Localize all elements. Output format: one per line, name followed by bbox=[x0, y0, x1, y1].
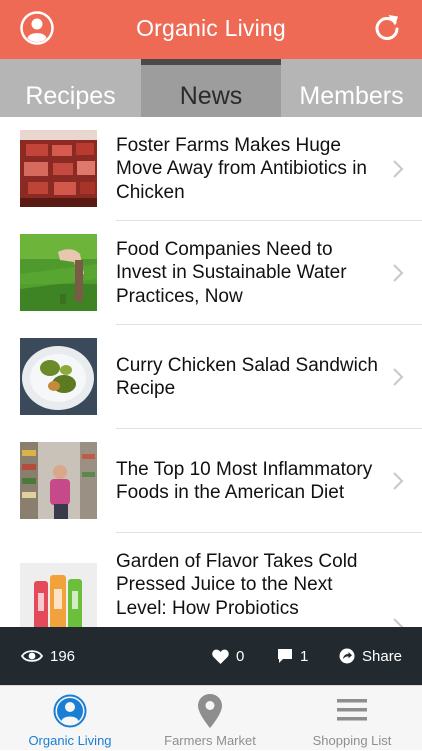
list-icon bbox=[337, 699, 367, 721]
tab-shopping-list[interactable]: Shopping List bbox=[282, 686, 422, 751]
refresh-button[interactable] bbox=[373, 13, 401, 43]
tab-recipes[interactable]: Recipes bbox=[0, 59, 141, 117]
news-item[interactable]: Garden of Flavor Takes Cold Pressed Juic… bbox=[0, 533, 422, 627]
like-button[interactable]: 0 bbox=[212, 627, 244, 685]
news-title: Curry Chicken Salad Sandwich Recipe bbox=[116, 354, 378, 400]
app-header: Organic Living bbox=[0, 0, 422, 59]
tab-farmers-market[interactable]: Farmers Market bbox=[140, 686, 280, 751]
tab-label: Organic Living bbox=[28, 733, 112, 748]
views-count: 196 bbox=[50, 647, 76, 665]
chevron-right-icon bbox=[393, 264, 404, 282]
chevron-right-icon bbox=[393, 472, 404, 490]
eye-icon bbox=[21, 650, 43, 662]
news-thumbnail bbox=[20, 130, 97, 207]
news-item[interactable]: Food Companies Need to Invest in Sustain… bbox=[0, 221, 422, 325]
tab-news[interactable]: News bbox=[141, 59, 281, 117]
news-list: Foster Farms Makes Huge Move Away from A… bbox=[0, 117, 422, 627]
chevron-right-icon bbox=[393, 160, 404, 178]
news-item[interactable]: Curry Chicken Salad Sandwich Recipe bbox=[0, 325, 422, 429]
bottom-tab-bar: Organic Living Farmers Market Shopping L… bbox=[0, 685, 422, 750]
views-counter: 196 bbox=[21, 627, 75, 685]
user-circle-icon bbox=[53, 694, 87, 728]
share-label: Share bbox=[362, 647, 403, 665]
news-title: Food Companies Need to Invest in Sustain… bbox=[116, 238, 347, 307]
map-pin-icon bbox=[198, 694, 222, 728]
share-button[interactable]: Share bbox=[339, 627, 402, 685]
app-title: Organic Living bbox=[136, 15, 286, 41]
chevron-right-icon bbox=[393, 618, 404, 627]
refresh-icon bbox=[375, 15, 399, 41]
share-icon bbox=[339, 648, 355, 664]
tab-organic-living[interactable]: Organic Living bbox=[0, 686, 140, 751]
news-item[interactable]: Foster Farms Makes Huge Move Away from A… bbox=[0, 117, 422, 221]
news-thumbnail bbox=[20, 442, 97, 519]
news-thumbnail bbox=[20, 563, 97, 627]
news-thumbnail bbox=[20, 234, 97, 311]
comment-icon bbox=[278, 649, 292, 663]
news-title: The Top 10 Most Inflammatory Foods in th… bbox=[116, 458, 373, 504]
news-title: Foster Farms Makes Huge Move Away from A… bbox=[116, 134, 367, 203]
news-title: Garden of Flavor Takes Cold Pressed Juic… bbox=[116, 550, 358, 619]
chevron-right-icon bbox=[393, 368, 404, 386]
news-thumbnail bbox=[20, 338, 97, 415]
tab-members[interactable]: Members bbox=[281, 59, 422, 117]
likes-count: 0 bbox=[236, 647, 245, 665]
tab-label: Farmers Market bbox=[164, 733, 256, 748]
news-item[interactable]: The Top 10 Most Inflammatory Foods in th… bbox=[0, 429, 422, 533]
comment-button[interactable]: 1 bbox=[277, 627, 308, 685]
heart-icon bbox=[212, 649, 229, 664]
tab-label: Shopping List bbox=[312, 733, 392, 748]
action-bar: 196 0 1 Share bbox=[0, 627, 422, 685]
section-tabs: Recipes News Members bbox=[0, 59, 422, 117]
comments-count: 1 bbox=[300, 647, 309, 665]
